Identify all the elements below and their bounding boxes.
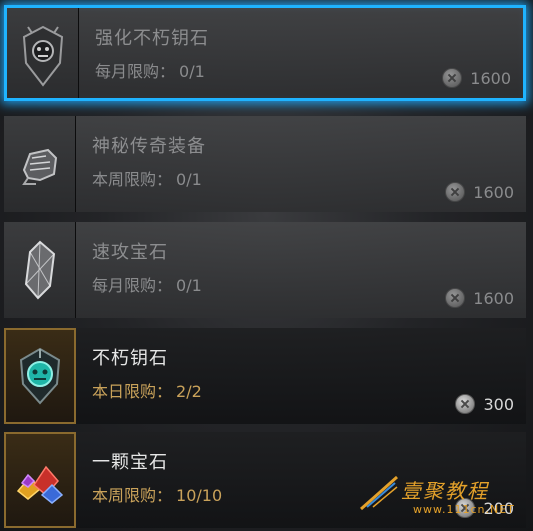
item-name: 一颗宝石 <box>92 452 168 473</box>
shop-list: 强化不朽钥石 每月限购： 0/1 1600 神秘传奇装备 本周限购： 0/1 160… <box>0 0 533 531</box>
limit-label: 本周限购： <box>92 170 173 189</box>
price-value: 1600 <box>470 68 511 88</box>
limit-value: 2/2 <box>176 382 202 401</box>
price-tag: 1600 <box>445 182 514 202</box>
limit-value: 0/1 <box>179 62 205 81</box>
price-tag: 1600 <box>445 288 514 308</box>
limit-label: 每月限购： <box>92 276 173 295</box>
watermark-brand: 壹聚教程 <box>401 479 489 503</box>
shop-item-mysterious-legendary[interactable]: 神秘传奇装备 本周限购： 0/1 1600 <box>4 116 526 212</box>
price-value: 1600 <box>473 182 514 202</box>
silver-coin-icon <box>445 288 466 308</box>
shop-item-eternal-key[interactable]: 不朽钥石 本日限购： 2/2 300 <box>4 328 526 424</box>
price-value: 1600 <box>473 288 514 308</box>
feather-logo-icon <box>360 475 398 511</box>
purchase-limit: 本周限购： 10/10 <box>92 482 222 506</box>
item-name: 神秘传奇装备 <box>92 136 206 157</box>
item-name: 不朽钥石 <box>92 348 168 369</box>
item-icon-slot <box>4 328 76 424</box>
purchase-limit: 每月限购： 0/1 <box>95 58 205 82</box>
teal-crest-key-icon <box>19 347 61 405</box>
silver-coin-icon <box>455 394 476 414</box>
limit-value: 0/1 <box>176 170 202 189</box>
price-tag: 1600 <box>442 68 511 88</box>
silver-coin-icon <box>445 182 466 202</box>
item-icon-slot <box>4 116 76 212</box>
item-name: 速攻宝石 <box>92 242 168 263</box>
item-icon-slot <box>4 432 76 528</box>
gauntlet-icon <box>21 148 57 185</box>
limit-label: 每月限购： <box>95 62 176 81</box>
crystal-gem-icon <box>24 240 55 300</box>
item-name: 强化不朽钥石 <box>95 28 209 49</box>
limit-value: 10/10 <box>176 486 223 505</box>
limit-label: 本周限购： <box>92 486 173 505</box>
item-icon-slot <box>4 222 76 318</box>
purchase-limit: 每月限购： 0/1 <box>92 272 202 296</box>
price-tag: 300 <box>455 394 514 414</box>
silver-coin-icon <box>442 68 463 88</box>
watermark-site: www.111cn.NET <box>413 503 515 516</box>
shop-item-speed-gem[interactable]: 速攻宝石 每月限购： 0/1 1600 <box>4 222 526 318</box>
shop-item-empowered-key[interactable]: 强化不朽钥石 每月限购： 0/1 1600 <box>4 5 526 101</box>
item-icon-slot <box>7 8 79 98</box>
crest-key-icon <box>22 25 63 87</box>
gem-pile-icon <box>16 465 64 504</box>
limit-value: 0/1 <box>176 276 202 295</box>
price-value: 300 <box>483 394 514 414</box>
purchase-limit: 本周限购： 0/1 <box>92 166 202 190</box>
site-watermark: 壹聚教程 www.111cn.NET <box>357 469 517 521</box>
purchase-limit: 本日限购： 2/2 <box>92 378 202 402</box>
limit-label: 本日限购： <box>92 382 173 401</box>
